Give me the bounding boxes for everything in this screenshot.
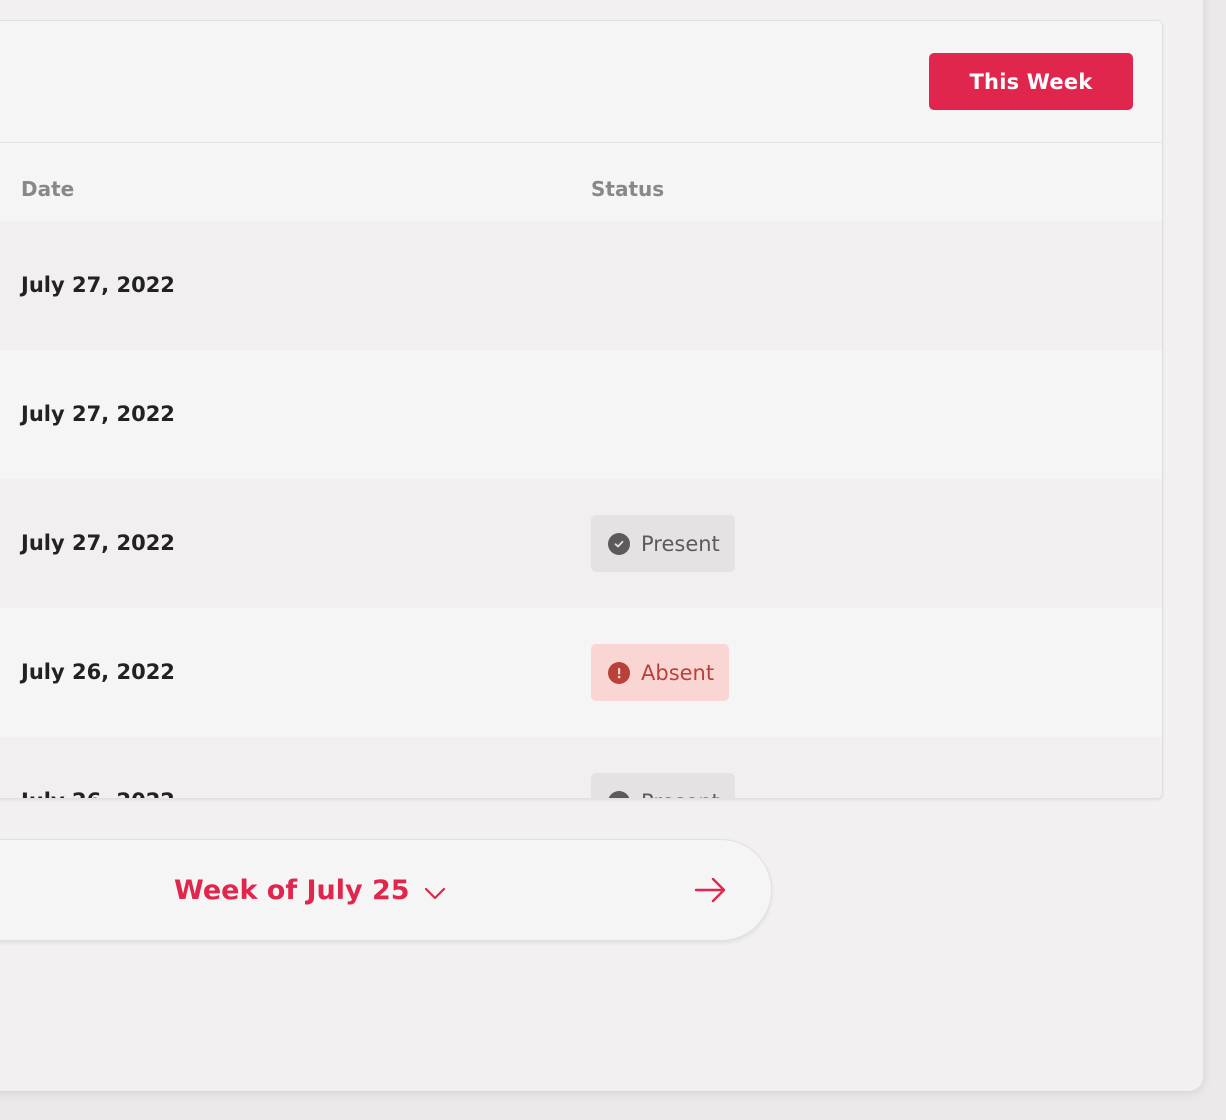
week-selector[interactable]: Week of July 25 <box>174 840 446 940</box>
next-week-button[interactable] <box>694 873 728 907</box>
week-navigation-bar: Week of July 25 <box>0 839 772 941</box>
attendance-table-body: July 27, 2022 July 27, 2022 July 27, 202… <box>0 221 1162 799</box>
date-column-header: Date <box>21 177 75 201</box>
status-label: Present <box>641 790 720 799</box>
arrow-right-icon <box>694 877 726 903</box>
table-row: July 27, 2022 <box>0 221 1162 350</box>
card-header: This Week <box>0 21 1162 143</box>
check-circle-icon <box>608 532 630 555</box>
status-label: Absent <box>641 660 715 685</box>
row-date: July 27, 2022 <box>21 273 175 297</box>
row-date: July 27, 2022 <box>21 531 175 555</box>
exclamation-circle-icon <box>608 661 630 684</box>
status-label: Present <box>641 531 720 556</box>
table-row: July 26, 2022 Absent <box>0 608 1162 737</box>
week-label: Week of July 25 <box>174 874 410 906</box>
check-circle-icon <box>608 790 630 798</box>
row-date: July 27, 2022 <box>21 402 175 426</box>
table-row: July 26, 2022 Present <box>0 737 1162 799</box>
attendance-card: This Week Date Status July 27, 2022 July… <box>0 20 1163 799</box>
row-date: July 26, 2022 <box>21 737 175 798</box>
table-header: Date Status <box>0 143 1162 221</box>
status-column-header: Status <box>591 177 665 201</box>
this-week-button[interactable]: This Week <box>929 53 1133 110</box>
chevron-down-icon <box>424 877 446 908</box>
table-row: July 27, 2022 Present <box>0 479 1162 608</box>
status-badge: Present <box>591 773 735 799</box>
status-badge: Absent <box>591 644 730 701</box>
row-date: July 26, 2022 <box>21 660 175 684</box>
table-row: July 27, 2022 <box>0 350 1162 479</box>
status-badge: Present <box>591 515 735 572</box>
